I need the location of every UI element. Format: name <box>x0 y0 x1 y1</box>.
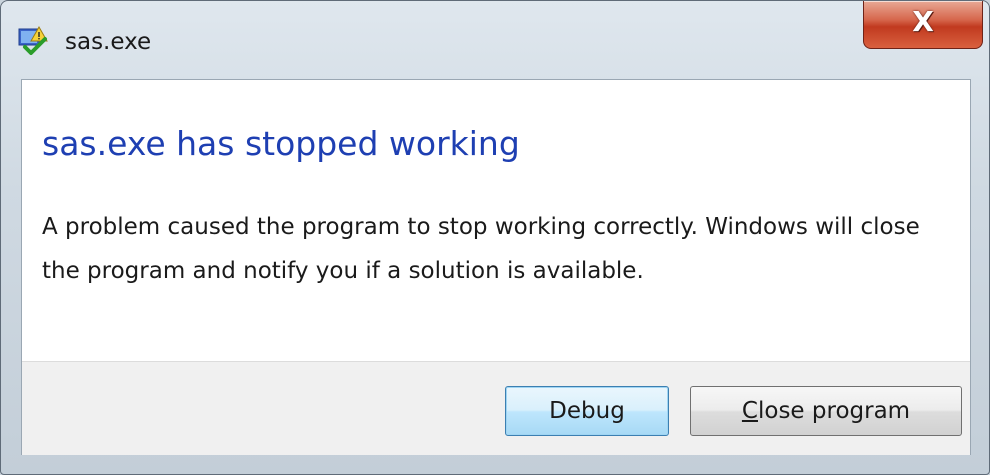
close-program-mnemonic: C <box>741 398 758 424</box>
app-crash-icon <box>18 25 48 55</box>
dialog-window: sas.exe X sas.exe has stopped working A … <box>0 0 990 475</box>
dialog-heading: sas.exe has stopped working <box>42 124 520 163</box>
dialog-message: A problem caused the program to stop wor… <box>42 214 920 284</box>
debug-button[interactable]: Debug <box>505 386 669 436</box>
close-window-button[interactable]: X <box>863 1 983 49</box>
close-program-button[interactable]: Close program <box>690 386 962 436</box>
dialog-content: sas.exe has stopped working A problem ca… <box>21 79 971 455</box>
title-bar[interactable]: sas.exe X <box>1 1 989 79</box>
window-title: sas.exe <box>65 29 152 55</box>
button-bar: Debug Close program <box>22 361 970 455</box>
close-icon: X <box>912 5 934 38</box>
close-program-label: lose program <box>757 398 911 424</box>
